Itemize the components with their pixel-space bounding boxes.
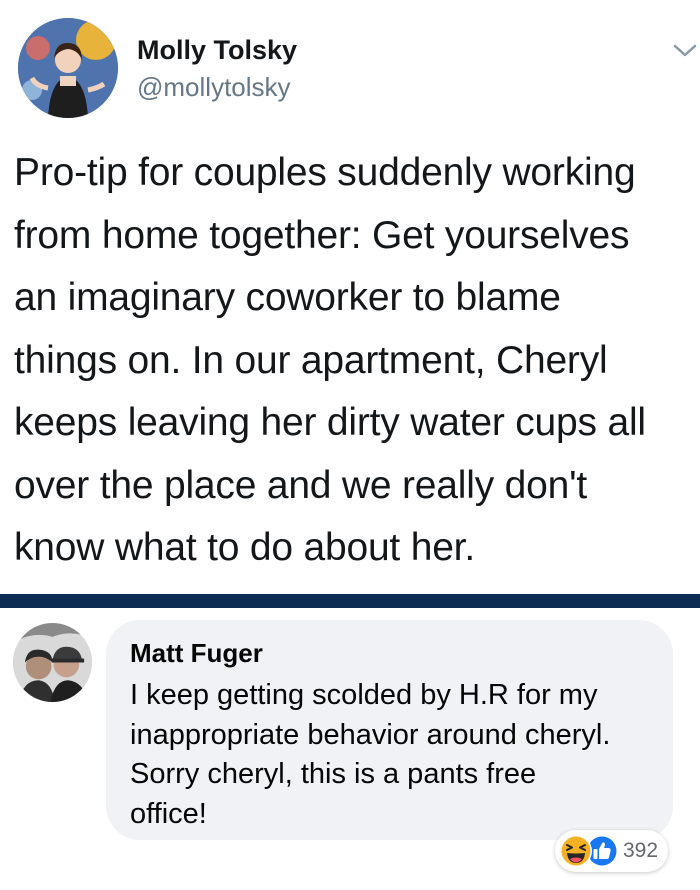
- comment-text-line: Sorry cheryl, this is a pants free: [130, 758, 537, 790]
- reaction-count: 392: [623, 839, 659, 862]
- tweet-text-line: an imaginary coworker to blame: [14, 276, 561, 319]
- comment-text-line: inappropriate behavior around cheryl.: [130, 718, 611, 751]
- tweet-text-line: keeps leaving her dirty water cups all: [14, 401, 646, 444]
- tweet-author-handle[interactable]: @mollytolsky: [137, 72, 291, 103]
- commenter-name[interactable]: Matt Fuger: [130, 638, 263, 669]
- reaction-summary[interactable]: 392: [555, 830, 668, 872]
- avatar-photo-icon: [13, 623, 92, 702]
- tweet-author-avatar[interactable]: [18, 18, 118, 118]
- tweet-text-line: over the place and we really don't: [14, 463, 588, 507]
- comment-text-line: I keep getting scolded by H.R for my: [130, 679, 598, 711]
- avatar-photo-icon: [18, 18, 118, 118]
- tweet-text-line: things on. In our apartment, Cheryl: [14, 338, 608, 382]
- comment-bubble: Matt Fuger I keep getting scolded by H.R…: [106, 620, 673, 840]
- section-divider: [0, 594, 700, 608]
- comment-section: Matt Fuger I keep getting scolded by H.R…: [0, 608, 700, 890]
- tweet-text-line: know what to do about her.: [14, 526, 475, 569]
- comment-body: I keep getting scolded by H.R for my ina…: [130, 676, 660, 834]
- comment-text-line: office!: [130, 797, 207, 830]
- tweet-author-name[interactable]: Molly Tolsky: [137, 35, 297, 66]
- tweet-card: Molly Tolsky @mollytolsky Pro-tip for co…: [0, 0, 700, 594]
- tweet-text-line: Pro-tip for couples suddenly working: [14, 151, 636, 194]
- tweet-body: Pro-tip for couples suddenly working fro…: [14, 142, 698, 580]
- haha-icon: [560, 835, 592, 867]
- tweet-text-line: from home together: Get yourselves: [14, 213, 630, 257]
- commenter-avatar[interactable]: [13, 623, 92, 702]
- chevron-down-icon[interactable]: [672, 40, 698, 60]
